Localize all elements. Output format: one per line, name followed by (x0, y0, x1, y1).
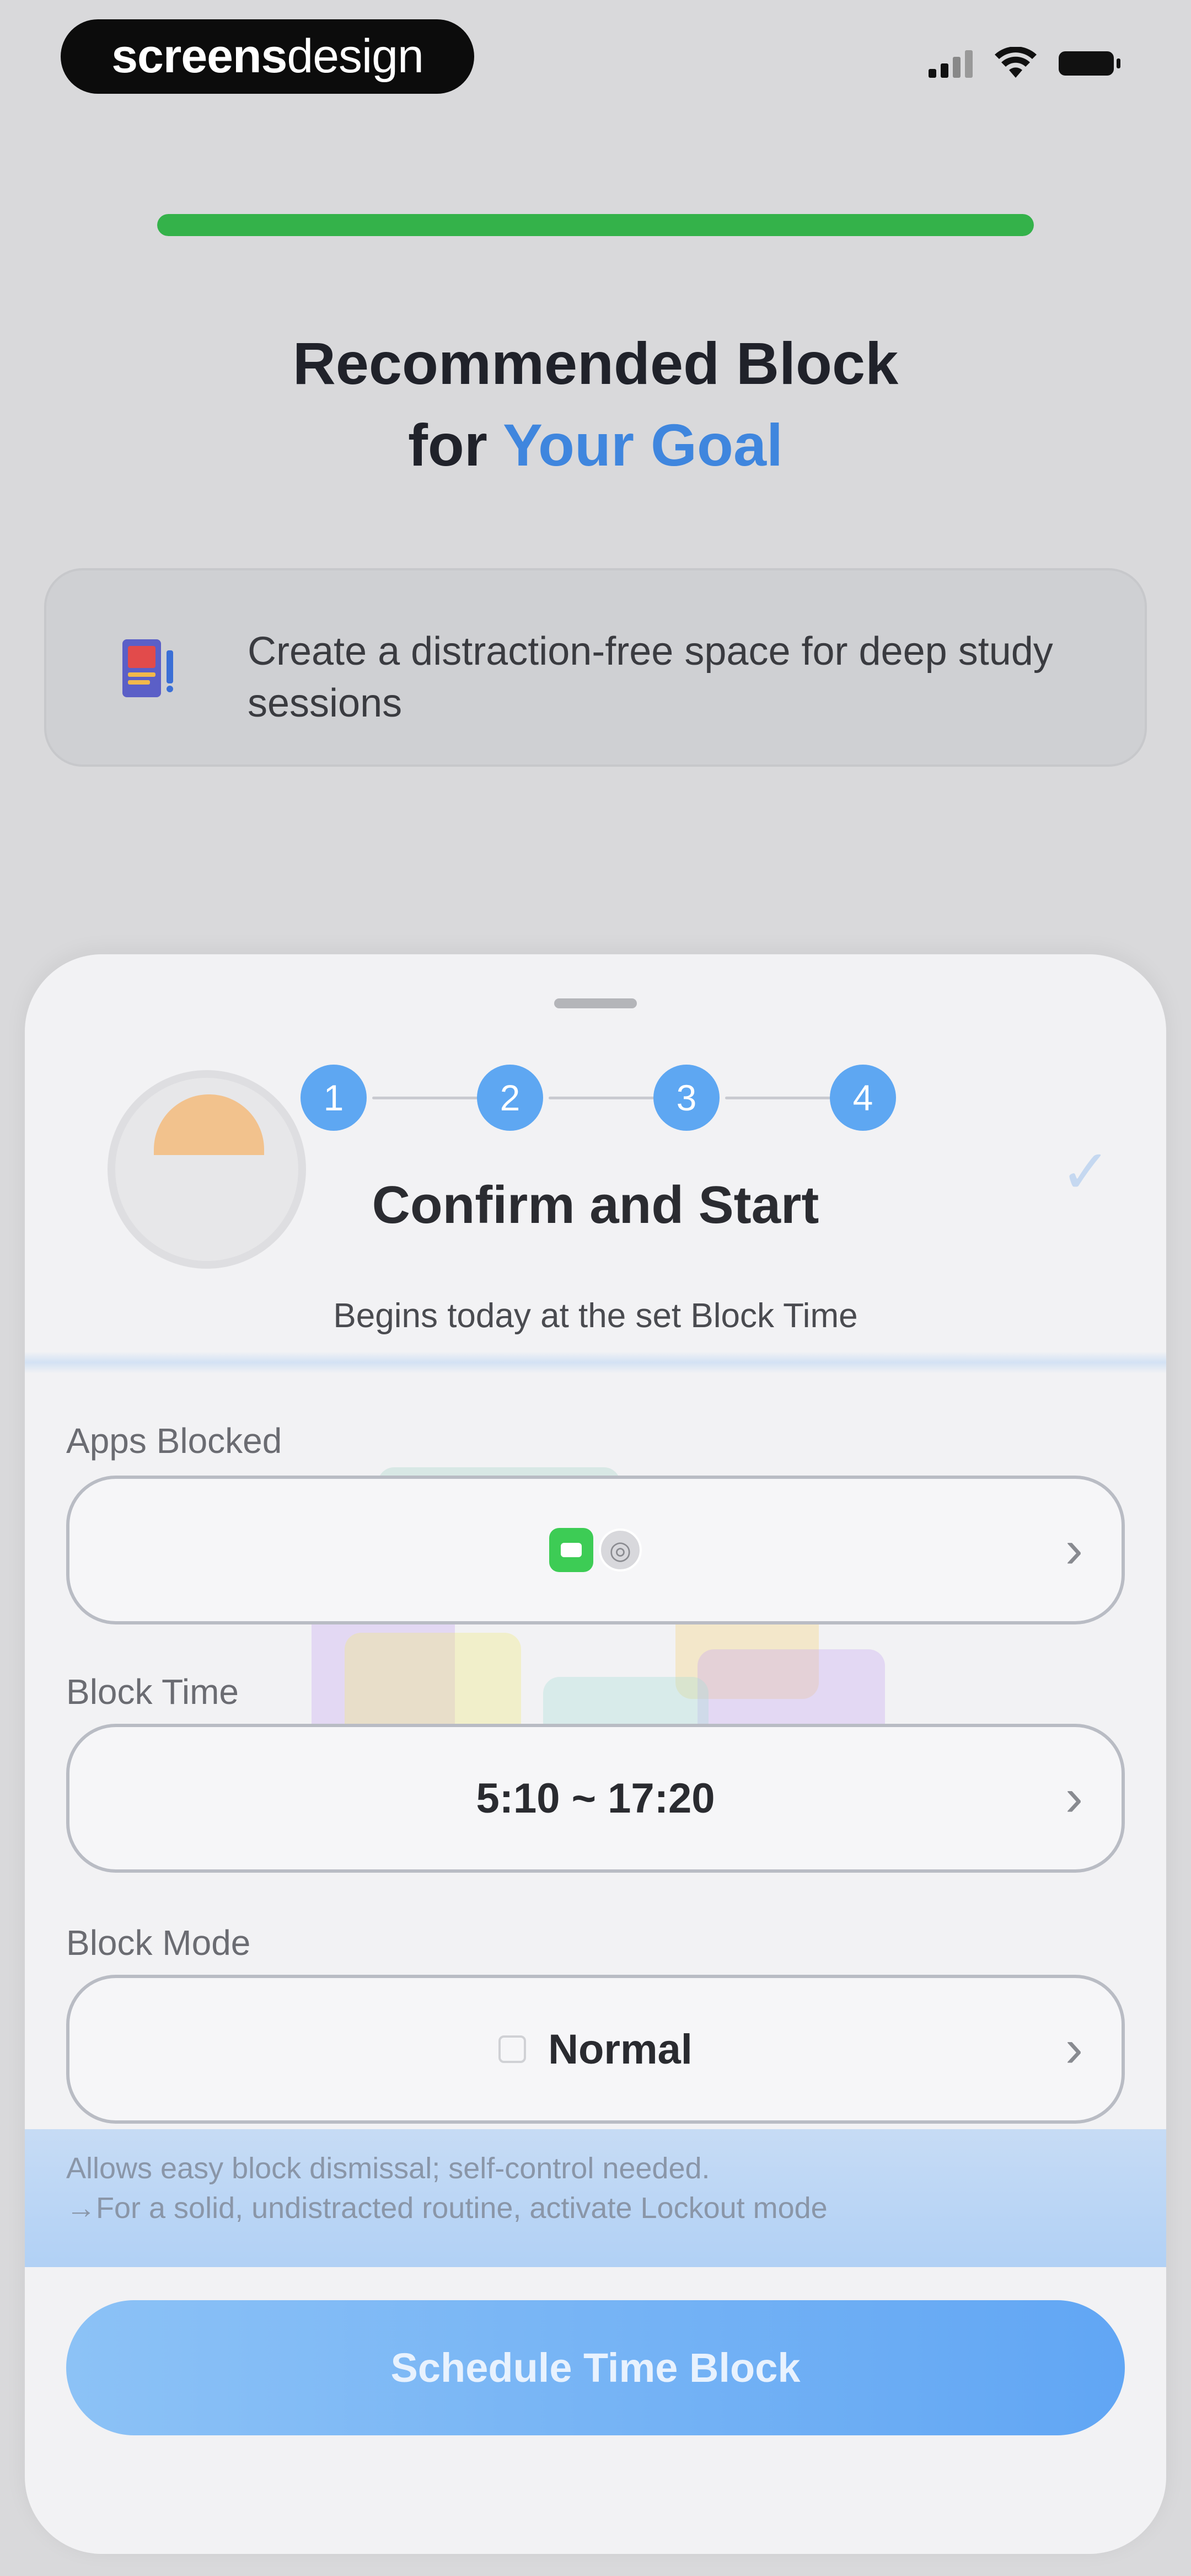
block-mode-label: Block Mode (66, 1923, 251, 1963)
chevron-right-icon: › (1065, 1768, 1083, 1827)
page-title: Recommended Block for Your Goal (0, 323, 1191, 486)
goal-card: Create a distraction-free space for deep… (44, 568, 1147, 767)
confirm-sheet: ✓ 1 2 3 4 Confirm and Start Begins today… (25, 954, 1166, 2554)
wifi-icon (995, 47, 1037, 78)
step-4: 4 (830, 1065, 896, 1131)
title-accent: Your Goal (502, 411, 784, 478)
app-icon: ◎ (599, 1529, 642, 1572)
block-mode-value: Normal (548, 2025, 693, 2073)
note-line-2: →For a solid, undistracted routine, acti… (66, 2192, 828, 2225)
chevron-right-icon: › (1065, 2019, 1083, 2078)
mode-icon (498, 2035, 527, 2063)
title-line-1: Recommended Block (292, 330, 899, 397)
goal-description: Create a distraction-free space for deep… (248, 629, 1053, 725)
facetime-icon (549, 1528, 593, 1572)
brand-badge: screens design (61, 19, 474, 94)
note-line-1: Allows easy block dismissal; self-contro… (66, 2152, 710, 2185)
clock-illustration (108, 1070, 306, 1269)
onboarding-progress-bar (157, 214, 1034, 236)
battery-icon (1059, 51, 1120, 76)
status-bar: screens design (0, 0, 1191, 116)
screen: screens design Recommended Block for Your… (0, 0, 1191, 2576)
stepper: 1 2 3 4 (301, 1065, 924, 1131)
apps-blocked-label: Apps Blocked (66, 1421, 282, 1461)
block-mode-field[interactable]: Normal › (66, 1975, 1125, 2124)
block-time-value: 5:10 ~ 17:20 (476, 1775, 715, 1822)
sheet-subtitle: Begins today at the set Block Time (333, 1297, 858, 1335)
apps-blocked-field[interactable]: ◎ › (66, 1476, 1125, 1624)
step-connector (725, 1097, 835, 1099)
block-time-field[interactable]: 5:10 ~ 17:20 › (66, 1724, 1125, 1873)
sheet-title: Confirm and Start (372, 1175, 819, 1234)
block-mode-note: Allows easy block dismissal; self-contro… (66, 2149, 1141, 2228)
step-3: 3 (653, 1065, 720, 1131)
step-connector (549, 1097, 659, 1099)
progress-fill (157, 214, 1034, 236)
chevron-right-icon: › (1065, 1520, 1083, 1579)
wave-decoration (25, 1351, 1166, 1373)
notebook-icon (122, 639, 173, 697)
step-2: 2 (477, 1065, 543, 1131)
step-connector (372, 1097, 482, 1099)
step-1: 1 (301, 1065, 367, 1131)
status-icons (929, 47, 1120, 80)
block-time-label: Block Time (66, 1672, 239, 1712)
sheet-grabber[interactable] (554, 998, 637, 1008)
cellular-signal-icon (929, 49, 973, 78)
title-prefix: for (407, 411, 503, 478)
schedule-time-block-button[interactable]: Schedule Time Block (66, 2300, 1125, 2435)
blocked-apps-icons: ◎ (549, 1528, 642, 1572)
brand-name-light: design (287, 30, 423, 83)
title-line-2: for Your Goal (0, 404, 1191, 486)
brand-name-bold: screens (111, 30, 287, 83)
